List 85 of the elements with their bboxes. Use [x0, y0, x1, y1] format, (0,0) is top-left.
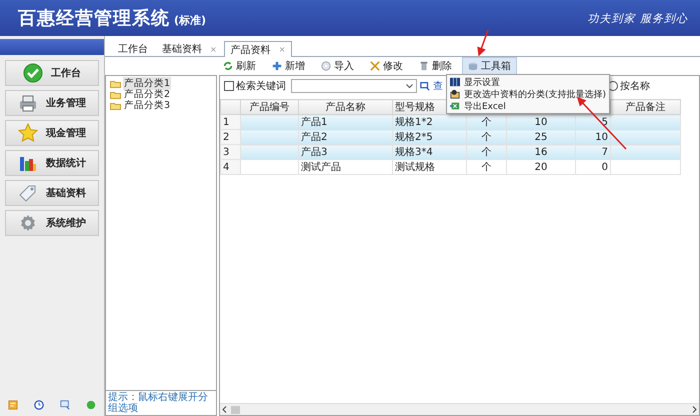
horizontal-scrollbar[interactable] [220, 403, 699, 415]
spreadsheet-icon [450, 101, 460, 111]
columns-icon [450, 77, 460, 87]
clock-icon[interactable] [34, 400, 44, 410]
toolbar-button[interactable]: 工具箱 [462, 57, 517, 75]
scroll-left-icon[interactable] [220, 405, 229, 414]
checkbox[interactable] [224, 81, 234, 91]
toolbar-button[interactable]: 导入 [315, 57, 360, 75]
caret-icon [406, 84, 413, 88]
checkbox-label: 检索关键词 [236, 80, 286, 93]
hint-text: 提示：鼠标右键展开分组选项 [106, 390, 216, 415]
plus-icon [272, 61, 282, 71]
nav-button[interactable]: 系统维护 [5, 210, 99, 236]
column-header[interactable]: 产品名称 [298, 100, 392, 114]
table-cell: 10 [576, 130, 610, 144]
tree-item[interactable]: 产品分类2 [123, 88, 172, 101]
nav-button[interactable]: 现金管理 [5, 120, 99, 146]
star-icon [18, 123, 38, 143]
table-cell: 产品3 [298, 144, 392, 160]
table-cell: 规格2*5 [392, 130, 466, 144]
radio-label: 按名称 [620, 80, 650, 93]
note-icon[interactable] [8, 400, 18, 410]
tree-item[interactable]: 产品分类1 [123, 77, 172, 90]
scrollbar-thumb[interactable] [231, 406, 240, 414]
gear-icon [18, 213, 38, 233]
keyword-combo[interactable] [291, 79, 417, 93]
table-cell: 16 [506, 144, 576, 160]
table-cell: 个 [466, 114, 506, 130]
menu-item[interactable]: 更改选中资料的分类(支持批量选择) [447, 88, 609, 100]
refresh-icon [223, 61, 233, 71]
folder-icon [110, 80, 121, 88]
menu-item[interactable]: 显示设置 [447, 76, 609, 88]
toolbar-button[interactable]: 刷新 [217, 57, 262, 75]
app-title: 百惠经营管理系统 [18, 8, 170, 29]
tab[interactable]: 工作台 [111, 41, 155, 56]
disc-icon [321, 61, 331, 71]
trash-icon [419, 61, 429, 71]
scroll-right-icon[interactable] [690, 405, 699, 414]
nav-button[interactable]: 工作台 [5, 60, 99, 86]
tag-icon [18, 183, 38, 203]
table-cell: 产品2 [298, 130, 392, 144]
table-cell: 个 [466, 144, 506, 160]
folder-icon [450, 89, 460, 99]
nav-button[interactable]: 数据统计 [5, 150, 99, 176]
folder-icon [110, 90, 121, 98]
column-header[interactable]: 产品编号 [240, 100, 298, 114]
menu-item[interactable]: 导出Excel [447, 100, 609, 112]
monitor-icon[interactable] [60, 400, 70, 410]
table-cell: 个 [466, 130, 506, 144]
tab[interactable]: 产品资料 × [224, 41, 292, 57]
tree-item[interactable]: 产品分类3 [123, 99, 172, 112]
row-number: 1 [220, 114, 240, 130]
search-icon [420, 81, 430, 91]
row-number: 2 [220, 130, 240, 144]
annotation-arrow [477, 30, 489, 56]
table-cell: 10 [506, 114, 576, 130]
toolbar-button[interactable]: 修改 [364, 57, 409, 75]
table-cell: 规格3*4 [392, 144, 466, 160]
row-number: 4 [220, 160, 240, 174]
table-cell: 7 [576, 144, 610, 160]
table-cell: 个 [466, 160, 506, 174]
tab[interactable]: 基础资料 × [155, 41, 224, 56]
toolbar-button[interactable]: 新增 [266, 57, 311, 75]
check-icon [23, 63, 43, 83]
column-header[interactable]: 产品备注 [610, 100, 680, 114]
toolbar-button[interactable]: 删除 [413, 57, 458, 75]
edit-icon [370, 61, 380, 71]
table-cell: 0 [576, 160, 610, 174]
folder-icon [110, 102, 121, 110]
find-button[interactable]: 查 [420, 79, 443, 93]
table-cell: 规格1*2 [392, 114, 466, 130]
table-cell: 25 [506, 130, 576, 144]
toolbox-icon [468, 61, 478, 71]
table-cell: 产品1 [298, 114, 392, 130]
header-cell [220, 100, 240, 114]
table-cell: 20 [506, 160, 576, 174]
status-icon[interactable] [86, 400, 96, 410]
printer-icon [18, 93, 38, 113]
nav-button[interactable]: 业务管理 [5, 90, 99, 116]
slogan: 功夫到家 服务到心 [588, 10, 688, 26]
table-cell: 测试产品 [298, 160, 392, 174]
table-cell: 测试规格 [392, 160, 466, 174]
row-number: 3 [220, 144, 240, 160]
nav-button[interactable]: 基础资料 [5, 180, 99, 206]
edition-label: (标准) [174, 14, 206, 27]
